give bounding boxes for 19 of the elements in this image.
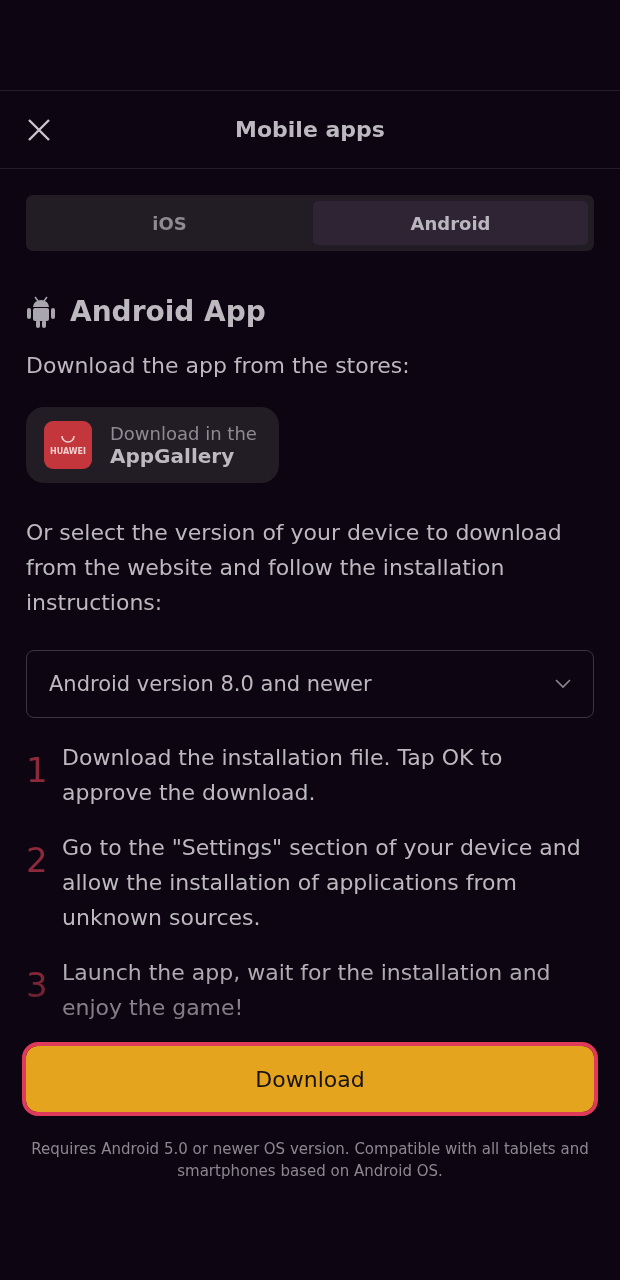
intro-text: Download the app from the stores: bbox=[26, 352, 411, 380]
step-text: Download the installation file. Tap OK to approve the download. bbox=[62, 744, 504, 807]
platform-tab[interactable]: Android bbox=[313, 201, 588, 245]
step-number: 1 bbox=[26, 749, 46, 792]
chevron-down-icon bbox=[555, 679, 571, 689]
android-icon bbox=[26, 295, 56, 328]
step-text: Go to the "Settings" section of your device and allow the installation of applications from unknown sources. bbox=[62, 834, 582, 932]
appgallery-badge[interactable]: HUAWEI Download in the AppGallery bbox=[26, 407, 279, 483]
platform-tab[interactable]: iOS bbox=[32, 201, 307, 245]
step-text: Launch the app, wait for the installation and enjoy the game! bbox=[62, 959, 552, 1022]
step-number: 2 bbox=[26, 839, 46, 882]
close-icon[interactable] bbox=[26, 117, 52, 143]
appgallery-logo-icon: HUAWEI bbox=[44, 421, 92, 469]
dialog-title: Mobile apps bbox=[235, 117, 385, 142]
instructions-text: Or select the version of your device to download from the website and follow the installation instructions: bbox=[26, 519, 563, 617]
version-dropdown[interactable]: Android version 8.0 and newer bbox=[26, 650, 594, 718]
step-number: 3 bbox=[26, 964, 46, 1007]
requirements-note: Requires Android 5.0 or newer OS version. Compatible with all tablets and smartphones based on Android OS. bbox=[30, 1139, 590, 1182]
section-heading: Android App bbox=[70, 295, 266, 328]
